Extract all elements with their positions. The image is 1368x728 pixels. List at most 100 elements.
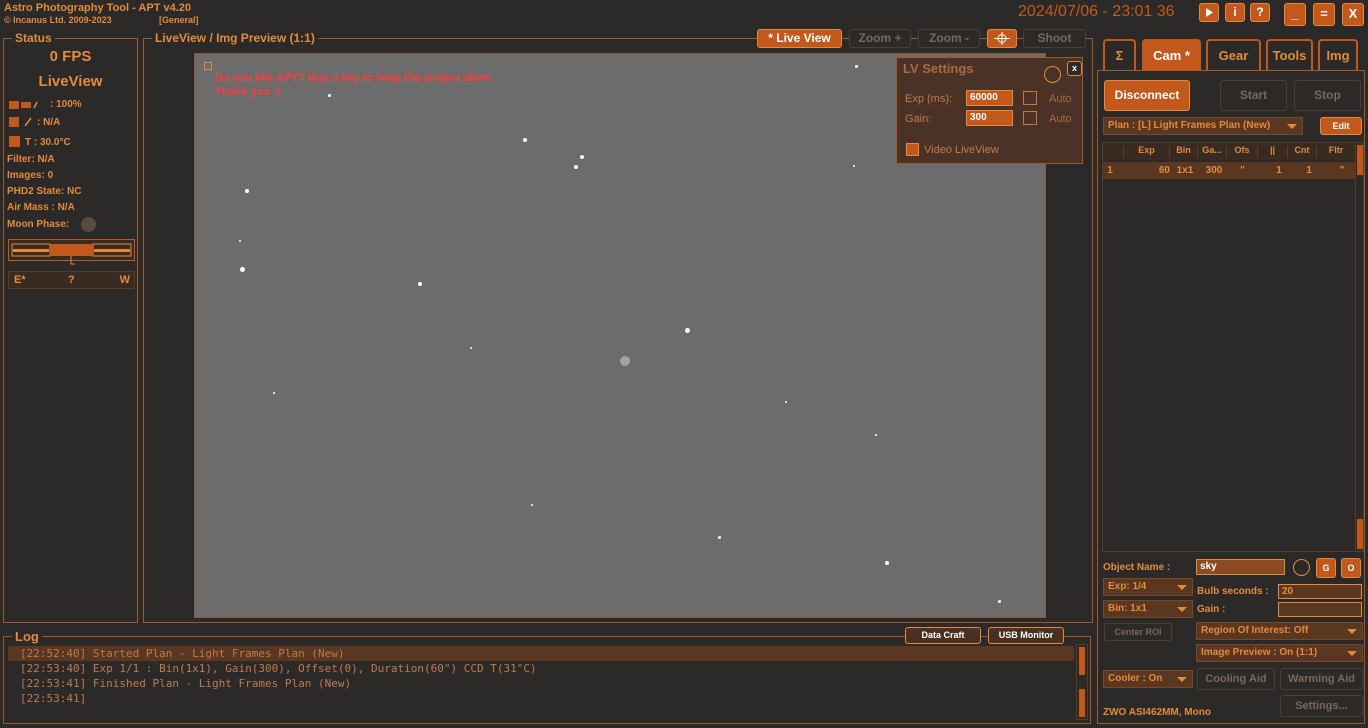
cooling-aid-button[interactable]: Cooling Aid — [1197, 668, 1275, 690]
star — [418, 282, 422, 286]
airmass-readout: Air Mass : N/A — [7, 202, 75, 213]
compass-mid: ? — [68, 274, 75, 286]
mode-readout: LiveView — [38, 73, 103, 90]
edit-plan-button[interactable]: Edit — [1320, 117, 1362, 135]
log-title: Log — [12, 629, 42, 644]
object-name-label: Object Name : — [1103, 562, 1171, 573]
col-filter: Fltr — [1328, 145, 1344, 155]
start-button[interactable]: Start — [1220, 80, 1287, 111]
plan-scrollbar[interactable] — [1355, 143, 1364, 551]
compass-east: E* — [14, 274, 26, 286]
help-icon[interactable]: ? — [1250, 3, 1270, 22]
zoom-in-button[interactable]: Zoom + — [849, 29, 911, 48]
shoot-button[interactable]: Shoot — [1023, 29, 1086, 48]
log-scrollbar[interactable] — [1076, 644, 1088, 720]
preview-title: LiveView / Img Preview (1:1) — [152, 31, 318, 45]
live-view-button[interactable]: * Live View — [757, 29, 842, 48]
log-line: [22:53:40] Exp 1/1 : Bin(1x1), Gain(300)… — [20, 662, 537, 675]
star — [470, 347, 472, 349]
tab-sigma[interactable]: Σ — [1103, 39, 1136, 70]
usb-monitor-button[interactable]: USB Monitor — [988, 627, 1064, 644]
compass-west: W — [119, 274, 130, 286]
star — [531, 504, 533, 506]
play-icon[interactable] — [1199, 3, 1219, 22]
power-icon — [9, 115, 35, 127]
object-name-input[interactable]: sky — [1196, 559, 1285, 575]
col-count: Cnt — [1288, 145, 1317, 159]
col-index — [1103, 145, 1124, 159]
info-icon[interactable]: i — [1225, 3, 1245, 22]
close-button[interactable]: X — [1342, 3, 1364, 26]
stop-button[interactable]: Stop — [1294, 80, 1361, 111]
battery-icon — [9, 97, 39, 109]
plan-table — [1102, 142, 1364, 552]
zoom-out-button[interactable]: Zoom - — [918, 29, 980, 48]
cooler-select[interactable]: Cooler : On — [1103, 670, 1193, 688]
star — [523, 138, 527, 142]
col-gain: Ga... — [1198, 145, 1227, 159]
tab-img[interactable]: Img — [1318, 39, 1358, 70]
exp-auto-checkbox[interactable] — [1023, 91, 1037, 105]
exp-label: Exp (ms): — [905, 93, 953, 105]
log-scrollbar-bottom[interactable] — [1079, 689, 1085, 717]
video-liveview-label: Video LiveView — [924, 144, 999, 156]
star — [785, 401, 787, 403]
cell-offset: " — [1240, 165, 1245, 176]
star — [245, 189, 249, 193]
roi-select[interactable]: Region Of Interest: Off — [1196, 622, 1363, 640]
timer-icon[interactable] — [1293, 559, 1310, 576]
star — [875, 434, 877, 436]
star — [580, 155, 584, 159]
bin-select[interactable]: Bin: 1x1 — [1103, 600, 1193, 618]
exp-input[interactable]: 60000 — [966, 90, 1013, 106]
copyright: © Incanus Ltd. 2009-2023 — [4, 15, 112, 25]
exposure-select[interactable]: Exp: 1/4 — [1103, 578, 1193, 596]
gain-field-input[interactable] — [1278, 602, 1362, 617]
scrollbar-thumb[interactable] — [1357, 145, 1363, 175]
datetime: 2024/07/06 - 23:01 36 — [1018, 3, 1175, 20]
lv-settings-title: LV Settings — [903, 61, 974, 76]
col-exp: Exp — [1124, 145, 1170, 159]
cell-gain: 300 — [1205, 165, 1223, 176]
scrollbar-bottom[interactable] — [1357, 519, 1363, 549]
bulb-seconds-input[interactable]: 20 — [1278, 584, 1362, 599]
mount-position-gauge — [8, 239, 135, 265]
log-line: [22:53:41] Finished Plan - Light Frames … — [20, 677, 352, 690]
gain-label: Gain: — [905, 113, 932, 125]
g-button[interactable]: G — [1316, 558, 1336, 578]
lv-timer-icon — [1044, 66, 1061, 83]
plan-select[interactable]: Plan : [L] Light Frames Plan (New) — [1103, 117, 1303, 135]
thermometer-icon — [9, 135, 21, 147]
log-list: [22:52:40] Started Plan - Light Frames P… — [8, 646, 1074, 718]
disconnect-button[interactable]: Disconnect — [1104, 80, 1190, 111]
gain-auto-checkbox[interactable] — [1023, 111, 1037, 125]
star — [855, 65, 858, 68]
lv-settings-panel: LV Settings x Exp (ms): 60000 Auto Gain:… — [896, 57, 1083, 164]
filter-readout: Filter: N/A — [7, 154, 55, 165]
col-bin: Bin — [1170, 145, 1198, 159]
image-preview-select[interactable]: Image Preview : On (1:1) — [1196, 644, 1363, 662]
exp-auto-label: Auto — [1049, 93, 1072, 105]
warming-aid-button[interactable]: Warming Aid — [1280, 668, 1363, 690]
maximize-button[interactable]: = — [1313, 3, 1335, 26]
tab-tools[interactable]: Tools — [1266, 39, 1313, 70]
data-craft-button[interactable]: Data Craft — [905, 627, 981, 644]
tab-gear[interactable]: Gear — [1206, 39, 1261, 70]
fps-readout: 0 FPS — [49, 48, 92, 65]
settings-button[interactable]: Settings... — [1280, 695, 1363, 717]
star — [328, 94, 331, 97]
status-panel: Status 0 FPS LiveView : 100% : N/A T : 3… — [3, 31, 138, 623]
crosshair-icon[interactable] — [987, 29, 1017, 48]
star — [620, 356, 630, 366]
o-button[interactable]: O — [1341, 558, 1361, 578]
lv-settings-close[interactable]: x — [1067, 61, 1082, 76]
center-roi-button[interactable]: Center ROI — [1104, 623, 1172, 641]
tab-cam[interactable]: Cam * — [1142, 39, 1201, 70]
cell-exp: 60 — [1158, 165, 1170, 176]
gain-input[interactable]: 300 — [966, 110, 1013, 126]
col-pause: || — [1258, 145, 1288, 159]
minimize-button[interactable]: _ — [1284, 3, 1306, 26]
video-liveview-checkbox[interactable] — [906, 143, 919, 156]
star — [574, 165, 578, 169]
log-scrollbar-thumb[interactable] — [1079, 647, 1085, 675]
